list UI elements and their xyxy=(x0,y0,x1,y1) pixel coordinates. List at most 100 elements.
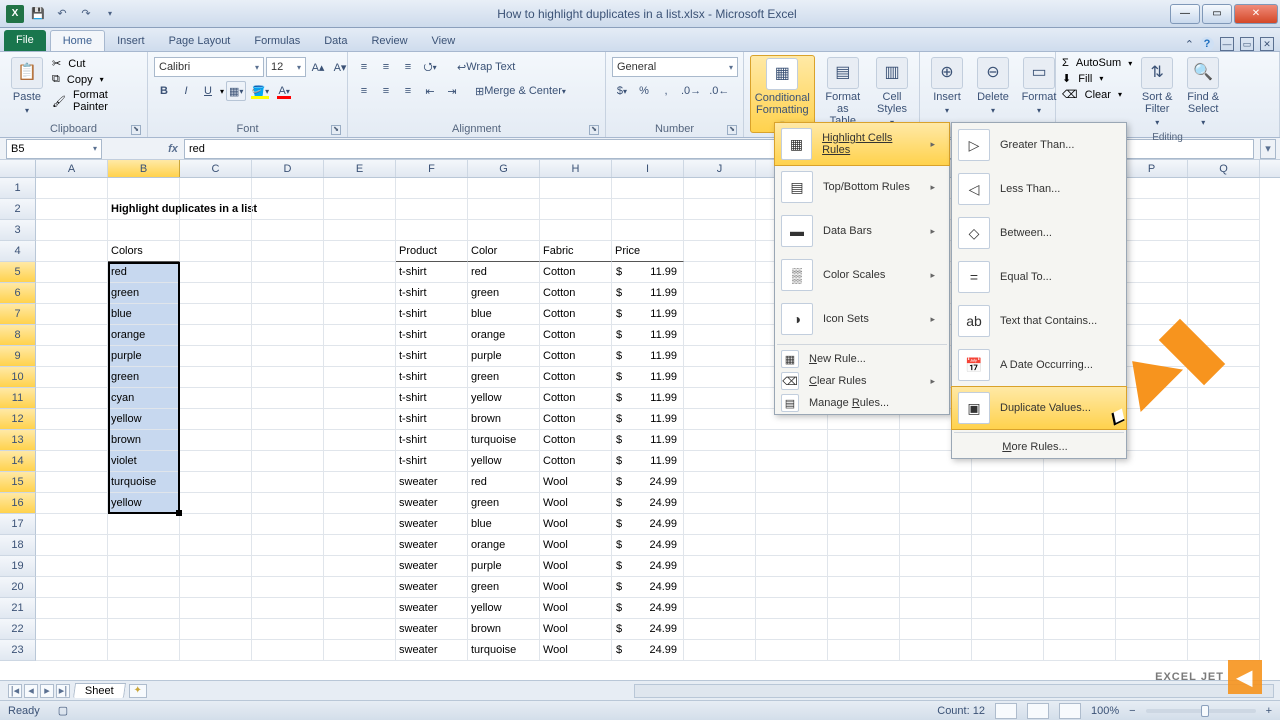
cell[interactable] xyxy=(612,199,684,220)
cell[interactable] xyxy=(900,472,972,493)
new-sheet-button[interactable]: ✦ xyxy=(129,684,147,698)
cell[interactable] xyxy=(180,325,252,346)
cell[interactable]: brown xyxy=(468,619,540,640)
cell[interactable] xyxy=(684,346,756,367)
cell[interactable] xyxy=(1044,493,1116,514)
sheet-tab[interactable]: Sheet xyxy=(73,683,126,698)
cell[interactable]: yellow xyxy=(468,598,540,619)
menu-item[interactable]: ▬Data Bars▸ xyxy=(775,209,949,253)
cell[interactable]: orange xyxy=(108,325,180,346)
cell[interactable] xyxy=(684,577,756,598)
cell[interactable] xyxy=(1188,220,1260,241)
cell[interactable]: Color xyxy=(468,241,540,262)
cell[interactable] xyxy=(36,304,108,325)
find-select-button[interactable]: 🔍Find & Select▾ xyxy=(1182,55,1224,131)
cell[interactable] xyxy=(1116,640,1188,661)
qat-dropdown-icon[interactable]: ▾ xyxy=(100,4,120,24)
cell[interactable]: 11.99 xyxy=(612,304,684,325)
menu-clear-rules[interactable]: ⌫Clear Rules▸ xyxy=(775,370,949,392)
cell[interactable]: green xyxy=(108,367,180,388)
cell[interactable] xyxy=(36,241,108,262)
row-header[interactable]: 8 xyxy=(0,325,36,346)
cell[interactable] xyxy=(36,409,108,430)
cell[interactable]: Wool xyxy=(540,556,612,577)
cell[interactable] xyxy=(108,619,180,640)
cell[interactable] xyxy=(324,346,396,367)
cell[interactable] xyxy=(36,472,108,493)
cell[interactable] xyxy=(180,241,252,262)
cell[interactable] xyxy=(756,430,828,451)
cell[interactable]: Cotton xyxy=(540,409,612,430)
cell[interactable]: violet xyxy=(108,451,180,472)
cell[interactable] xyxy=(684,241,756,262)
cell[interactable] xyxy=(1188,367,1260,388)
cell[interactable] xyxy=(180,556,252,577)
tab-file[interactable]: File xyxy=(4,30,46,51)
align-top-icon[interactable]: ≡ xyxy=(354,57,374,77)
cell[interactable] xyxy=(828,577,900,598)
cell[interactable] xyxy=(108,535,180,556)
bold-button[interactable]: B xyxy=(154,81,174,101)
cell[interactable]: 11.99 xyxy=(612,430,684,451)
help-icon[interactable]: ? xyxy=(1200,37,1214,51)
menu-item[interactable]: =Equal To... xyxy=(952,255,1126,299)
cell[interactable] xyxy=(540,178,612,199)
row-header[interactable]: 3 xyxy=(0,220,36,241)
cell[interactable] xyxy=(180,619,252,640)
cell[interactable] xyxy=(1188,199,1260,220)
cell[interactable]: 24.99 xyxy=(612,640,684,661)
cell[interactable]: 11.99 xyxy=(612,325,684,346)
cell[interactable]: turquoise xyxy=(468,640,540,661)
cell[interactable] xyxy=(1116,619,1188,640)
cell[interactable]: 11.99 xyxy=(612,388,684,409)
cell[interactable] xyxy=(612,220,684,241)
cell[interactable] xyxy=(36,367,108,388)
cell[interactable] xyxy=(1188,472,1260,493)
cell[interactable] xyxy=(756,514,828,535)
row-header[interactable]: 20 xyxy=(0,577,36,598)
cell[interactable] xyxy=(684,493,756,514)
cell[interactable] xyxy=(684,619,756,640)
cell[interactable]: blue xyxy=(108,304,180,325)
cell[interactable] xyxy=(1116,472,1188,493)
cell[interactable] xyxy=(684,262,756,283)
tab-review[interactable]: Review xyxy=(359,31,419,51)
sort-filter-button[interactable]: ⇅Sort & Filter▾ xyxy=(1136,55,1178,131)
cell[interactable] xyxy=(252,346,324,367)
cell[interactable] xyxy=(324,640,396,661)
cell[interactable] xyxy=(252,178,324,199)
cell[interactable] xyxy=(108,577,180,598)
cell[interactable] xyxy=(468,178,540,199)
cell[interactable] xyxy=(1188,388,1260,409)
cell[interactable] xyxy=(180,514,252,535)
cell[interactable]: purple xyxy=(108,346,180,367)
cell[interactable]: t-shirt xyxy=(396,409,468,430)
zoom-slider[interactable] xyxy=(1146,709,1256,713)
cell[interactable]: orange xyxy=(468,325,540,346)
row-header[interactable]: 17 xyxy=(0,514,36,535)
cell[interactable]: Wool xyxy=(540,598,612,619)
increase-indent-icon[interactable]: ⇥ xyxy=(442,81,462,101)
cell[interactable]: 24.99 xyxy=(612,577,684,598)
tab-data[interactable]: Data xyxy=(312,31,359,51)
tab-insert[interactable]: Insert xyxy=(105,31,157,51)
increase-decimal-icon[interactable]: .0→ xyxy=(678,81,704,101)
cell[interactable]: t-shirt xyxy=(396,262,468,283)
cell[interactable] xyxy=(324,199,396,220)
cell[interactable] xyxy=(1188,619,1260,640)
row-header[interactable]: 14 xyxy=(0,451,36,472)
select-all-corner[interactable] xyxy=(0,160,36,177)
comma-icon[interactable]: , xyxy=(656,81,676,101)
cell[interactable] xyxy=(252,241,324,262)
sheet-nav[interactable]: |◂◂▸▸| xyxy=(8,684,70,698)
cell[interactable] xyxy=(324,451,396,472)
cell[interactable]: turquoise xyxy=(468,430,540,451)
fx-icon[interactable]: fx xyxy=(162,143,184,155)
cell[interactable] xyxy=(684,220,756,241)
row-header[interactable]: 9 xyxy=(0,346,36,367)
cell[interactable] xyxy=(1044,556,1116,577)
cell[interactable] xyxy=(36,220,108,241)
number-launcher[interactable]: ⬊ xyxy=(727,125,737,135)
cell[interactable] xyxy=(684,430,756,451)
cell[interactable] xyxy=(1044,535,1116,556)
